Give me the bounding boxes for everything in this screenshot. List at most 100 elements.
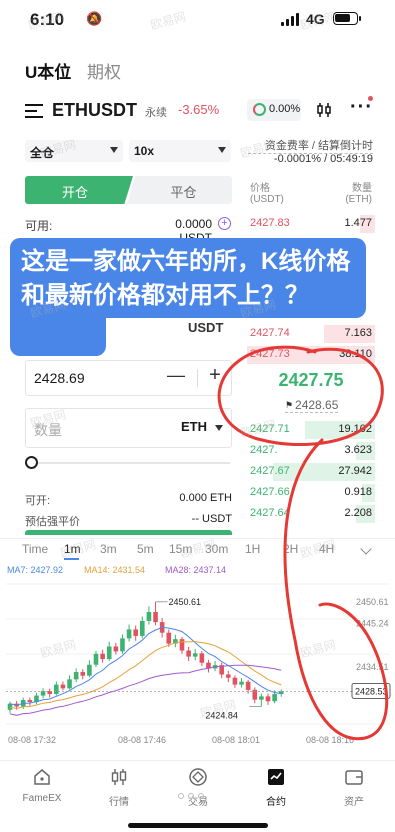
slider-track bbox=[33, 462, 230, 464]
leverage-select[interactable]: 10x bbox=[129, 140, 231, 162]
chevron-down-icon bbox=[110, 147, 118, 153]
bid-row[interactable]: 2427. 3.623 bbox=[247, 441, 375, 461]
y-tick-label: 2434.51 bbox=[356, 662, 389, 672]
nav-label: 行情 bbox=[109, 797, 129, 808]
ask-price: 2427.83 bbox=[250, 217, 290, 229]
orderbook-qty-header: 数量 bbox=[352, 183, 372, 194]
x-tick-label: 08-08 18:16 bbox=[306, 735, 354, 745]
candle-body bbox=[113, 646, 119, 652]
ma28-value: MA28: 2437.14 bbox=[165, 565, 227, 575]
slider-handle[interactable] bbox=[25, 456, 38, 469]
funding-rate: 0.00% bbox=[269, 103, 301, 115]
liquidation-value: -- USDT bbox=[191, 513, 232, 525]
close-label: 平仓 bbox=[170, 185, 197, 200]
candle-body bbox=[93, 653, 99, 665]
price-plus-button[interactable]: + bbox=[204, 364, 226, 390]
candle-body bbox=[232, 677, 238, 685]
timeframe-5m[interactable]: 5m bbox=[137, 542, 154, 556]
price-input[interactable]: 2428.69 — + bbox=[25, 360, 232, 396]
quantity-slider[interactable] bbox=[25, 456, 232, 470]
ma7-value: MA7: 2427.92 bbox=[7, 565, 64, 575]
chevron-down-icon bbox=[218, 147, 226, 153]
candle-body bbox=[239, 681, 244, 685]
tab-options[interactable]: 期权 bbox=[87, 58, 121, 83]
mark-price: 2428.65 bbox=[285, 398, 339, 413]
funding-gauge-button[interactable]: 0.00% bbox=[247, 99, 301, 121]
candle-body bbox=[226, 674, 231, 678]
ask-row[interactable]: 2427.83 1.477 bbox=[247, 214, 375, 234]
timeframe-1h[interactable]: 1H bbox=[245, 542, 260, 556]
can-open-value: 0.000 ETH bbox=[179, 492, 232, 504]
candle-body bbox=[60, 684, 66, 689]
price-change: -3.65% bbox=[178, 102, 220, 117]
x-tick-label: 08-08 18:01 bbox=[212, 735, 260, 745]
ma14-value: MA14: 2431.54 bbox=[84, 565, 146, 575]
nav-label: FameEX bbox=[22, 793, 62, 804]
bid-qty: 19.102 bbox=[338, 423, 372, 435]
bid-qty: 0.918 bbox=[344, 486, 372, 498]
page-dots bbox=[178, 786, 208, 804]
price-value: 2428.69 bbox=[34, 370, 85, 386]
y-tick-label: 2450.61 bbox=[356, 597, 389, 607]
candlestick-chart-icon[interactable] bbox=[316, 102, 332, 118]
pair-menu-icon[interactable] bbox=[25, 104, 43, 118]
buy-long-button[interactable] bbox=[25, 530, 232, 535]
leverage-value: 10x bbox=[134, 144, 155, 158]
candle-body bbox=[265, 696, 271, 702]
candle-body bbox=[126, 629, 132, 639]
futures-icon bbox=[268, 769, 284, 785]
bid-row[interactable]: 2427.67 27.942 bbox=[247, 462, 375, 482]
candle-body bbox=[80, 672, 86, 676]
home-icon bbox=[34, 769, 50, 785]
price-minus-button[interactable]: — bbox=[166, 365, 186, 391]
pair-name[interactable]: ETHUSDT bbox=[52, 100, 137, 121]
annotation-text: 这是一家做六年的所，K线价格和最新价格都对用不上？？ bbox=[21, 248, 351, 309]
candle-body bbox=[133, 629, 138, 636]
bid-row[interactable]: 2427.64 2.208 bbox=[247, 504, 375, 524]
mute-bell-icon: 🔕 bbox=[86, 11, 103, 26]
transfer-plus-icon[interactable]: + bbox=[218, 217, 231, 230]
chevron-down-icon bbox=[215, 425, 223, 431]
candle-body bbox=[192, 653, 198, 657]
bid-price: 2427.64 bbox=[250, 507, 290, 519]
notification-dot bbox=[368, 96, 373, 101]
candle-body bbox=[166, 632, 172, 644]
orderbook-price-header: 价格 bbox=[250, 183, 270, 194]
perpetual-badge: 永续 bbox=[145, 107, 167, 119]
candle-body bbox=[245, 681, 251, 690]
candle-body bbox=[186, 650, 191, 657]
bid-row[interactable]: 2427.66 0.918 bbox=[247, 483, 375, 503]
divider bbox=[197, 369, 198, 387]
quantity-unit[interactable]: ETH bbox=[181, 419, 207, 434]
close-position-tab[interactable]: 平仓 bbox=[127, 176, 232, 204]
candle-body bbox=[7, 703, 13, 710]
tab-usdt-margined[interactable]: U本位 bbox=[25, 58, 71, 83]
chevron-down-icon[interactable] bbox=[360, 543, 372, 555]
market-icon bbox=[111, 769, 127, 785]
candle-body bbox=[272, 693, 277, 702]
candle-body bbox=[259, 696, 264, 700]
can-open-label: 可开: bbox=[25, 495, 51, 507]
available-label: 可用: bbox=[25, 219, 53, 233]
timeframe-time[interactable]: Time bbox=[22, 542, 48, 556]
timeframe-2h[interactable]: 2H bbox=[283, 542, 298, 556]
candle-body bbox=[87, 664, 92, 676]
bid-price: 2427.67 bbox=[250, 465, 290, 477]
candlestick-chart[interactable]: 2450.612424.842450.612445.242434.512428.… bbox=[0, 578, 395, 748]
candle-body bbox=[67, 679, 72, 689]
candle-body bbox=[73, 672, 79, 680]
candle-body bbox=[179, 639, 185, 651]
message-bubble-tail bbox=[10, 308, 106, 356]
bid-qty: 2.208 bbox=[344, 507, 372, 519]
timeframe-3m[interactable]: 3m bbox=[100, 542, 117, 556]
candle-body bbox=[146, 611, 152, 621]
nav-label: 合约 bbox=[266, 797, 286, 808]
orderbook-qty-unit: (ETH) bbox=[345, 194, 372, 205]
candle-body bbox=[106, 646, 112, 660]
open-position-tab[interactable]: 开仓 bbox=[25, 176, 133, 204]
liquidation-label: 预估强平价 bbox=[25, 516, 80, 528]
bid-price: 2427.66 bbox=[250, 486, 290, 498]
current-price-label: 2428.53 bbox=[355, 686, 388, 696]
candle-body bbox=[199, 653, 205, 663]
x-tick-label: 08-08 17:32 bbox=[8, 735, 56, 745]
